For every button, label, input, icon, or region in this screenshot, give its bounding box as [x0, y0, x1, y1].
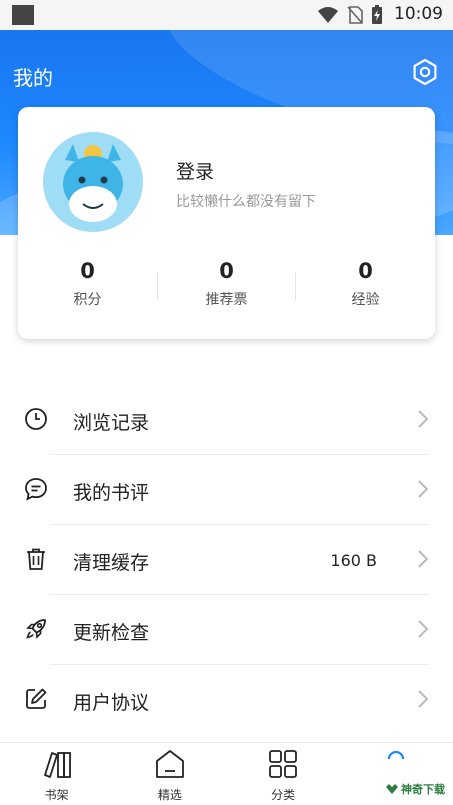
wifi-icon [318, 7, 338, 23]
clock-time: 10:09 [394, 4, 443, 24]
profile-subtitle: 比较懒什么都没有留下 [176, 194, 316, 210]
watermark-text: 神奇下载 [401, 783, 445, 796]
edit-icon [26, 688, 47, 709]
notification-icon [12, 5, 34, 25]
nav-tab-featured[interactable]: 精选 [113, 743, 226, 805]
menu-item-check-update[interactable]: 更新检查 [0, 595, 453, 665]
stats-row: 0 积分 0 推荐票 0 经验 [18, 257, 435, 327]
stat-experience[interactable]: 0 经验 [296, 257, 435, 327]
bookshelf-icon [43, 752, 71, 778]
nav-label: 书架 [44, 788, 69, 802]
nav-label: 精选 [157, 788, 182, 802]
chevron-right-icon [418, 480, 429, 498]
chat-bubble-icon [25, 478, 47, 501]
leaf-logo-icon [386, 784, 398, 794]
chevron-right-icon [418, 550, 429, 568]
stat-divider [295, 272, 296, 300]
horse-mascot-icon [63, 144, 123, 222]
menu-item-label: 更新检查 [73, 622, 150, 644]
menu-item-label: 清理缓存 [73, 552, 150, 574]
trash-icon [27, 548, 45, 570]
rocket-icon [26, 619, 46, 639]
cache-size-value: 160 B [330, 551, 377, 570]
chevron-right-icon [418, 410, 429, 428]
nav-tab-categories[interactable]: 分类 [227, 743, 340, 805]
settings-menu: 浏览记录 我的书评 清理缓存 160 B 更新检查 用户协议 [0, 385, 453, 735]
menu-item-history[interactable]: 浏览记录 [0, 385, 453, 455]
stat-label: 推荐票 [205, 292, 248, 308]
bottom-navigation: 书架 精选 分类 神奇下载 [0, 742, 453, 805]
menu-item-my-reviews[interactable]: 我的书评 [0, 455, 453, 525]
watermark: 神奇下载 [385, 781, 445, 797]
settings-gear-icon[interactable] [411, 58, 439, 86]
chevron-right-icon [418, 690, 429, 708]
stat-divider [157, 272, 158, 300]
menu-item-clear-cache[interactable]: 清理缓存 160 B [0, 525, 453, 595]
menu-item-user-agreement[interactable]: 用户协议 [0, 665, 453, 735]
profile-card: 登录 比较懒什么都没有留下 0 积分 0 推荐票 0 经验 [18, 107, 435, 339]
nav-tab-bookshelf[interactable]: 书架 [0, 743, 113, 805]
chevron-right-icon [418, 620, 429, 638]
stat-value: 0 [80, 259, 95, 283]
no-sim-icon [347, 6, 363, 24]
login-link[interactable]: 登录 [176, 157, 214, 184]
stat-value: 0 [219, 259, 234, 283]
battery-charging-icon [372, 5, 382, 24]
grid-icon [269, 750, 298, 778]
profile-icon [388, 750, 405, 760]
page-title: 我的 [13, 66, 53, 90]
menu-item-label: 用户协议 [73, 692, 150, 714]
menu-item-label: 我的书评 [73, 482, 150, 504]
avatar[interactable] [43, 132, 143, 232]
stat-label: 积分 [73, 292, 102, 308]
nav-label: 分类 [271, 788, 296, 802]
stat-recommend-tickets[interactable]: 0 推荐票 [157, 257, 296, 327]
stat-label: 经验 [351, 292, 380, 308]
menu-item-label: 浏览记录 [73, 412, 150, 434]
stat-points[interactable]: 0 积分 [18, 257, 157, 327]
status-icons [317, 5, 383, 24]
stat-value: 0 [358, 259, 373, 283]
status-bar: 10:09 [0, 0, 453, 30]
home-icon [155, 750, 184, 778]
clock-icon [25, 408, 47, 430]
